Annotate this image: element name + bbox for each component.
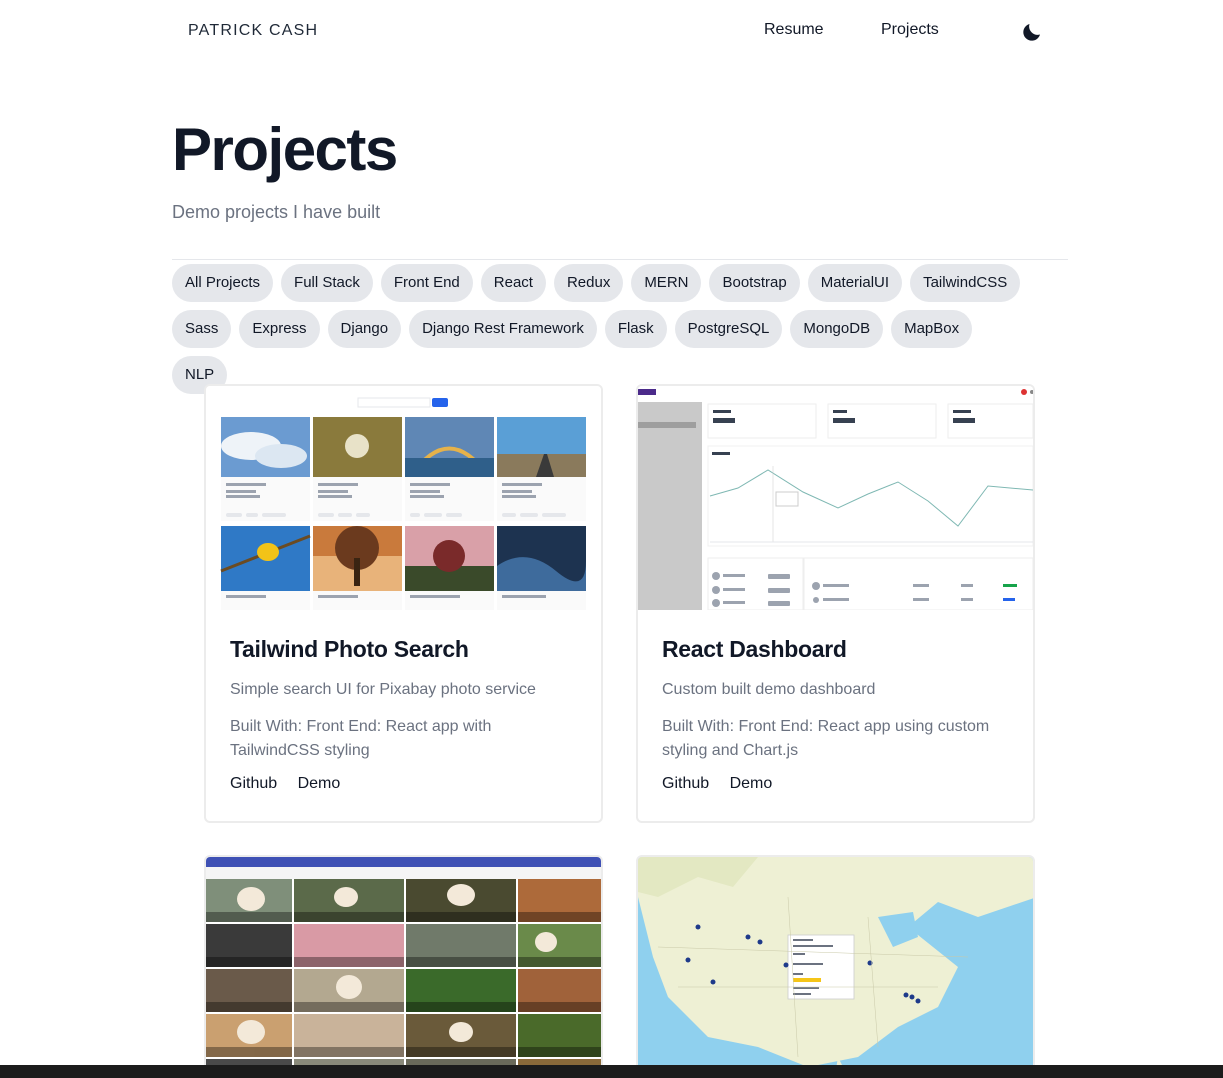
- filter-tag[interactable]: Django Rest Framework: [409, 310, 597, 348]
- nav-link-projects[interactable]: Projects: [881, 21, 939, 39]
- project-built-with: Built With: Front End: React app with Ta…: [230, 718, 492, 759]
- project-screenshot[interactable]: [638, 386, 1033, 610]
- filter-tag[interactable]: React: [480, 264, 546, 302]
- map-preview: [638, 857, 1033, 1078]
- filter-tag[interactable]: Flask: [604, 310, 667, 348]
- github-link[interactable]: Github: [662, 775, 709, 792]
- project-links: Github Demo: [230, 775, 577, 793]
- project-card: React Dashboard Custom built demo dashbo…: [636, 384, 1035, 823]
- github-link[interactable]: Github: [230, 775, 277, 792]
- filter-tag[interactable]: Bootstrap: [709, 264, 800, 302]
- filter-tag[interactable]: MaterialUI: [807, 264, 903, 302]
- brand-logo[interactable]: PATRICK CASH: [188, 22, 318, 40]
- project-card: [204, 855, 603, 1078]
- page-title: Projects: [172, 116, 398, 183]
- project-built-with: Built With: Front End: React app using c…: [662, 718, 990, 759]
- filter-tag[interactable]: Front End: [380, 264, 473, 302]
- project-card: Tailwind Photo Search Simple search UI f…: [204, 384, 603, 823]
- filter-tag[interactable]: TailwindCSS: [910, 264, 1021, 302]
- page-subtitle: Demo projects I have built: [172, 202, 381, 222]
- bottom-strip: [0, 1065, 1223, 1078]
- project-screenshot[interactable]: [206, 386, 601, 610]
- project-screenshot[interactable]: [638, 857, 1033, 1078]
- filter-tag[interactable]: Sass: [172, 310, 232, 348]
- project-links: Github Demo: [662, 775, 1009, 793]
- project-description: Simple search UI for Pixabay photo servi…: [230, 681, 536, 698]
- filter-tag[interactable]: Express: [239, 310, 320, 348]
- filter-tag[interactable]: MapBox: [891, 310, 973, 348]
- project-screenshot[interactable]: [206, 857, 601, 1078]
- dashboard-preview: [638, 386, 1033, 610]
- nav-link-resume[interactable]: Resume: [764, 21, 824, 39]
- filter-tags: All Projects Full Stack Front End React …: [172, 264, 1032, 402]
- filter-tag[interactable]: MongoDB: [790, 310, 884, 348]
- project-title: React Dashboard: [662, 636, 847, 662]
- header-divider: [172, 259, 1068, 260]
- filter-tag[interactable]: Redux: [553, 264, 624, 302]
- demo-link[interactable]: Demo: [298, 775, 341, 792]
- photo-grid-preview: [220, 397, 586, 610]
- dog-grid-preview: [206, 857, 601, 1078]
- top-nav: PATRICK CASH Resume Projects: [0, 0, 1223, 64]
- project-description: Custom built demo dashboard: [662, 681, 876, 698]
- filter-tag[interactable]: Django: [327, 310, 402, 348]
- project-card: [636, 855, 1035, 1078]
- filter-tag[interactable]: All Projects: [172, 264, 274, 302]
- demo-link[interactable]: Demo: [730, 775, 773, 792]
- moon-icon[interactable]: [1020, 20, 1044, 44]
- filter-tag[interactable]: MERN: [631, 264, 702, 302]
- project-title: Tailwind Photo Search: [230, 636, 469, 662]
- filter-tag[interactable]: PostgreSQL: [674, 310, 783, 348]
- filter-tag[interactable]: Full Stack: [281, 264, 373, 302]
